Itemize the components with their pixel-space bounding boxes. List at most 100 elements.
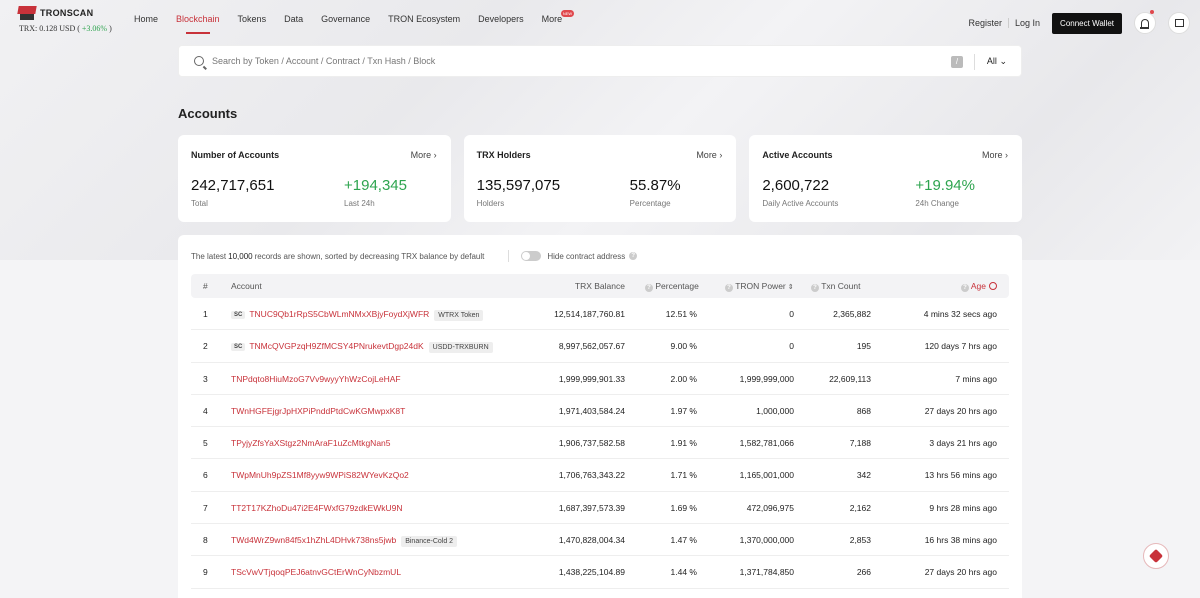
txn-count: 195 — [856, 341, 871, 352]
table-row: 8 TWd4WrZ9wn84f5x1hZhL4DHvk738ns5jwb Binan… — [191, 524, 1009, 557]
search-input[interactable] — [212, 56, 912, 66]
stats-cards: Number of Accounts More › 242,717,651 To… — [178, 135, 1023, 222]
percentage: 1.71 % — [670, 470, 697, 481]
percentage: 1.91 % — [670, 438, 697, 449]
nav-data[interactable]: Data — [284, 14, 303, 34]
question-icon: ? — [645, 284, 653, 292]
col-num: # — [203, 281, 208, 291]
table-row: 3 TNPdqto8HiuMzoG7Vv9wyyYhWzCojLeHAF 1,999… — [191, 363, 1009, 395]
search-filter-select[interactable]: All ⌄ — [987, 56, 1007, 67]
nav-tron-ecosystem[interactable]: TRON Ecosystem — [388, 14, 460, 34]
trx-balance: 1,470,828,004.34 — [558, 535, 625, 546]
account-address-link[interactable]: TWpMnUh9pZS1Mf8yyw9WPiS82WYevKzQo2 — [231, 470, 409, 480]
card-title: Active Accounts — [762, 150, 833, 160]
search-icon — [194, 56, 204, 66]
divider — [508, 250, 510, 262]
txn-count: 2,365,882 — [833, 309, 871, 319]
percentage: 1.47 % — [670, 535, 697, 546]
header-actions: Register Log In Connect Wallet — [969, 10, 1200, 34]
age: 9 hrs 28 mins ago — [929, 502, 997, 513]
row-num: 9 — [203, 567, 208, 578]
divider — [974, 54, 975, 70]
account-address-link[interactable]: TNMcQVGPzqH9ZfMCSY4PNrukevtDgp24dK — [249, 341, 423, 351]
account-address-link[interactable]: TNPdqto8HiuMzoG7Vv9wyyYhWzCojLeHAF — [231, 374, 401, 384]
wallet-box-button[interactable] — [1168, 12, 1190, 34]
question-icon[interactable]: ? — [629, 252, 638, 260]
tron-power: 472,096,975 — [746, 502, 794, 513]
percentage: 1.69 % — [670, 502, 697, 513]
table-row: 2 SC TNMcQVGPzqH9ZfMCSY4PNrukevtDgp24dK USD… — [191, 330, 1009, 363]
age: 16 hrs 38 mins ago — [924, 535, 997, 546]
register-link[interactable]: Register — [969, 18, 1003, 28]
nav-home[interactable]: Home — [134, 14, 158, 34]
table-row: 9 TScVwVTjqoqPEJ6atnvGCtErWnCyNbzmUL 1,438… — [191, 556, 1009, 589]
card-more-link[interactable]: More › — [411, 150, 437, 160]
card-primary-label: Total — [191, 199, 208, 208]
account-tag: USDD-TRXBURN — [428, 342, 493, 354]
support-icon — [1148, 548, 1164, 564]
table-row: 7 TT2T17KZhoDu47i2E4FWxfG79zdkEWkU9N 1,687… — [191, 492, 1009, 525]
col-trx-balance[interactable]: TRX Balance — [531, 281, 625, 291]
trx-balance: 12,514,187,760.81 — [554, 309, 625, 319]
smart-contract-badge: SC — [231, 311, 246, 319]
table-body: 1 SC TNUC9Qb1rRpS5CbWLmNMxXBjyFoydXjWFR WTR… — [191, 298, 1009, 589]
percentage: 1.97 % — [670, 405, 697, 416]
row-num: 2 — [203, 341, 208, 352]
txn-count: 22,609,113 — [829, 373, 871, 384]
card-more-link[interactable]: More › — [982, 150, 1008, 160]
account-address-link[interactable]: TScVwVTjqoqPEJ6atnvGCtErWnCyNbzmUL — [231, 567, 401, 577]
table-row: 1 SC TNUC9Qb1rRpS5CbWLmNMxXBjyFoydXjWFR WTR… — [191, 298, 1009, 331]
box-icon — [1174, 19, 1184, 27]
question-icon: ? — [811, 284, 819, 292]
account-cell: TWnHGFEjgrJpHXPiPnddPtdCwKGMwpxK8T — [231, 406, 405, 416]
nav-more[interactable]: More NEW — [542, 10, 575, 34]
support-button[interactable] — [1143, 543, 1169, 569]
chevron-right-icon: › — [719, 150, 723, 160]
account-address-link[interactable]: TT2T17KZhoDu47i2E4FWxfG79zdkEWkU9N — [231, 503, 402, 513]
search-bar: / All ⌄ — [178, 45, 1022, 77]
account-cell: SC TNUC9Qb1rRpS5CbWLmNMxXBjyFoydXjWFR WTRX… — [231, 309, 484, 321]
table-row: 5 TPyjyZfsYaXStgz2NmAraF1uZcMtkgNan5 1,906… — [191, 427, 1009, 460]
row-num: 6 — [203, 470, 208, 481]
account-address-link[interactable]: TNUC9Qb1rRpS5CbWLmNMxXBjyFoydXjWFR — [249, 309, 429, 319]
tron-power: 1,999,999,000 — [739, 373, 794, 384]
nav-developers[interactable]: Developers — [478, 14, 524, 34]
col-txn-count[interactable]: ? Txn Count — [807, 281, 860, 292]
trx-balance: 1,999,999,901.33 — [558, 373, 625, 384]
connect-wallet-button[interactable]: Connect Wallet — [1052, 12, 1122, 34]
account-address-link[interactable]: TPyjyZfsYaXStgz2NmAraF1uZcMtkgNan5 — [231, 438, 391, 448]
trx-balance: 1,971,403,584.24 — [558, 405, 625, 416]
trx-balance: 1,438,225,104.89 — [558, 567, 625, 578]
card-number-of-accounts: Number of Accounts More › 242,717,651 To… — [178, 135, 451, 222]
account-tag: Binance-Cold 2 — [401, 536, 458, 548]
nav-governance[interactable]: Governance — [321, 14, 370, 34]
col-age[interactable]: ? Age — [891, 281, 997, 292]
row-num: 7 — [203, 502, 208, 513]
tron-power: 0 — [789, 309, 794, 319]
table-row: 6 TWpMnUh9pZS1Mf8yyw9WPiS82WYevKzQo2 1,706… — [191, 459, 1009, 492]
login-link[interactable]: Log In — [1015, 18, 1040, 28]
col-percentage[interactable]: ? Percentage — [641, 281, 699, 292]
account-address-link[interactable]: TWd4WrZ9wn84f5x1hZhL4DHvk738ns5jwb — [231, 535, 396, 545]
search-filter-value: All — [986, 56, 997, 66]
new-badge: NEW — [560, 10, 575, 17]
chevron-right-icon: › — [433, 150, 437, 160]
card-trx-holders: TRX Holders More › 135,597,075 Holders 5… — [463, 135, 737, 222]
price-change: +3.06% — [81, 24, 108, 33]
account-cell: SC TNMcQVGPzqH9ZfMCSY4PNrukevtDgp24dK USDD… — [231, 341, 493, 354]
account-cell: TT2T17KZhoDu47i2E4FWxfG79zdkEWkU9N — [231, 503, 402, 513]
col-tron-power[interactable]: ? TRON Power ⇕ — [721, 281, 794, 292]
top-header: TRONSCAN TRX: 0.128 USD ( +3.06% ) Home … — [0, 0, 1200, 44]
table-row: 4 TWnHGFEjgrJpHXPiPnddPtdCwKGMwpxK8T 1,971… — [191, 395, 1009, 428]
notifications-button[interactable] — [1134, 10, 1156, 34]
clock-icon — [989, 282, 997, 290]
card-more-link[interactable]: More › — [696, 150, 722, 160]
nav-tokens[interactable]: Tokens — [238, 14, 267, 34]
account-address-link[interactable]: TWnHGFEjgrJpHXPiPnddPtdCwKGMwpxK8T — [231, 406, 405, 416]
nav-blockchain[interactable]: Blockchain — [176, 14, 220, 34]
txn-count: 266 — [856, 567, 871, 578]
hide-contract-toggle[interactable] — [521, 251, 542, 261]
age: 13 hrs 56 mins ago — [924, 470, 997, 481]
card-secondary-label: Last 24h — [344, 199, 375, 208]
logo[interactable]: TRONSCAN — [18, 6, 93, 20]
